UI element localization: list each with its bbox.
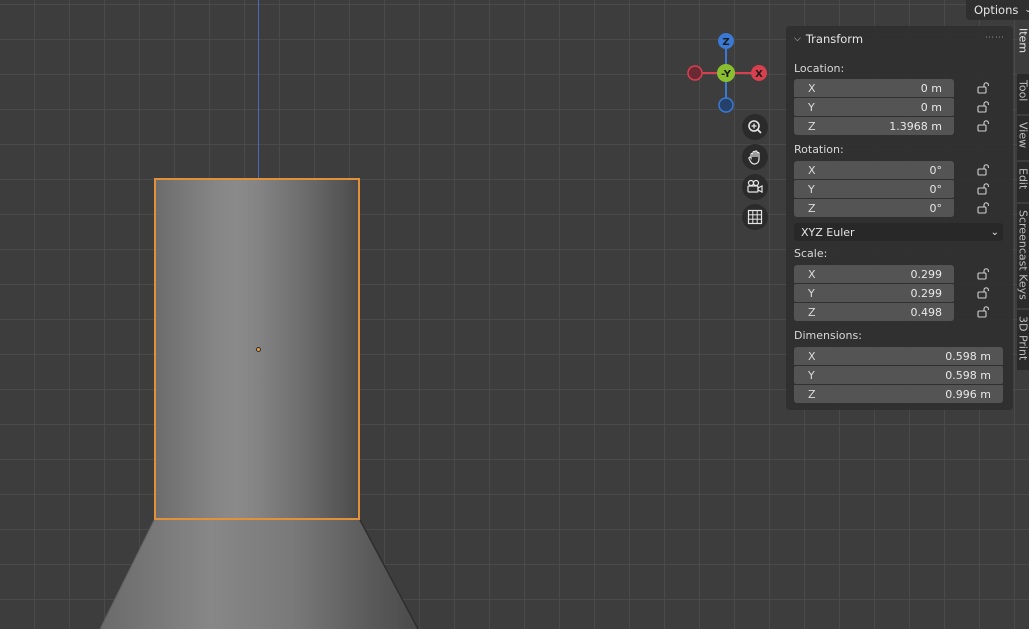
tab-screencast-keys[interactable]: Screencast Keys — [1017, 204, 1029, 308]
location-x-field[interactable]: X 0 m — [794, 79, 954, 97]
grid-icon — [747, 209, 763, 225]
lock-icon[interactable] — [976, 163, 992, 177]
gizmo-y-axis[interactable]: -Y — [717, 64, 735, 82]
lock-icon[interactable] — [976, 201, 992, 215]
panel-title: Transform — [805, 32, 864, 46]
gizmo-z-axis[interactable]: Z — [718, 33, 734, 49]
zoom-button[interactable] — [742, 114, 768, 140]
drag-handle-icon[interactable]: ⋯⋯ — [985, 33, 1005, 43]
location-z-field[interactable]: Z 1.3968 m — [794, 117, 954, 135]
lock-icon[interactable] — [976, 182, 992, 196]
sidebar-tabs: Item Tool View Edit Screencast Keys 3D P… — [1017, 22, 1029, 629]
scale-z-field[interactable]: Z 0.498 — [794, 303, 954, 321]
rotation-mode-dropdown[interactable]: XYZ Euler ⌄ — [794, 223, 1003, 241]
ortho-toggle-button[interactable] — [742, 204, 768, 230]
camera-icon — [747, 179, 763, 193]
navigation-gizmo[interactable]: Z X -Y — [682, 30, 772, 120]
rotation-x-field[interactable]: X 0° — [794, 161, 954, 179]
chevron-down-icon: ⌵ — [794, 34, 801, 44]
rotation-label: Rotation: — [794, 143, 844, 156]
lock-icon[interactable] — [976, 286, 992, 300]
options-dropdown[interactable]: Options ⌄ — [966, 0, 1029, 20]
tab-item[interactable]: Item — [1017, 22, 1029, 72]
chevron-down-icon: ⌄ — [990, 226, 999, 238]
dimensions-z-field[interactable]: Z 0.996 m — [794, 385, 1003, 403]
gizmo-x-axis[interactable]: X — [751, 65, 767, 81]
lock-icon[interactable] — [976, 305, 992, 319]
svg-text:X: X — [755, 69, 763, 80]
svg-text:-Y: -Y — [721, 69, 732, 80]
transform-panel: ⌵ Transform ⋯⋯ Location: X 0 m Y 0 m Z 1… — [786, 26, 1013, 410]
chevron-down-icon: ⌄ — [1024, 5, 1029, 15]
tab-view[interactable]: View — [1017, 116, 1029, 160]
tab-tool[interactable]: Tool — [1017, 74, 1029, 114]
tab-3d-print[interactable]: 3D Print — [1017, 310, 1029, 370]
location-label: Location: — [794, 62, 845, 75]
object-origin — [256, 347, 261, 352]
lock-icon[interactable] — [976, 119, 992, 133]
lock-icon[interactable] — [976, 81, 992, 95]
location-y-field[interactable]: Y 0 m — [794, 98, 954, 116]
scale-y-field[interactable]: Y 0.299 — [794, 284, 954, 302]
camera-view-button[interactable] — [742, 174, 768, 200]
scale-x-field[interactable]: X 0.299 — [794, 265, 954, 283]
panel-header[interactable]: ⌵ Transform — [794, 32, 863, 46]
hand-icon — [748, 150, 760, 165]
tab-edit[interactable]: Edit — [1017, 162, 1029, 202]
dimensions-label: Dimensions: — [794, 329, 862, 342]
svg-text:Z: Z — [722, 37, 729, 48]
pan-button[interactable] — [742, 144, 768, 170]
dimensions-y-field[interactable]: Y 0.598 m — [794, 366, 1003, 384]
lock-icon[interactable] — [976, 267, 992, 281]
lock-icon[interactable] — [976, 100, 992, 114]
rotation-y-field[interactable]: Y 0° — [794, 180, 954, 198]
options-label: Options — [974, 3, 1019, 17]
scale-label: Scale: — [794, 247, 828, 260]
rotation-z-field[interactable]: Z 0° — [794, 199, 954, 217]
dimensions-x-field[interactable]: X 0.598 m — [794, 347, 1003, 365]
zoom-icon — [748, 120, 762, 134]
cone-mesh[interactable] — [100, 520, 420, 629]
